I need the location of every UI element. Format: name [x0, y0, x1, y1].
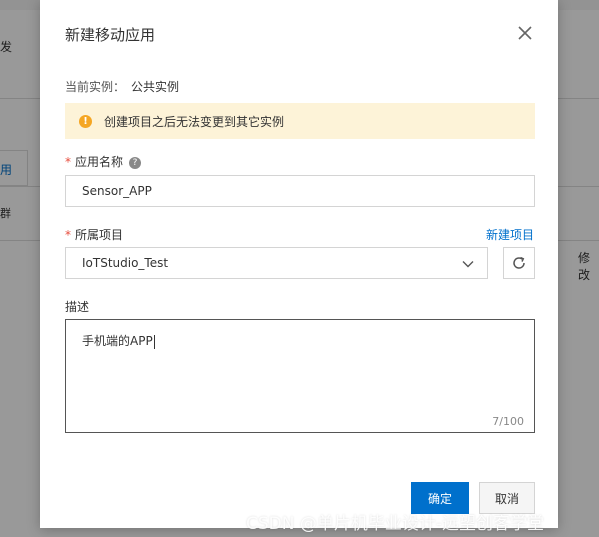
required-marker: * — [65, 155, 71, 169]
char-counter: 7/100 — [492, 415, 524, 428]
current-instance: 当前实例： 公共实例 — [65, 78, 179, 95]
instance-label: 当前实例： — [65, 80, 126, 94]
refresh-button[interactable] — [503, 247, 535, 279]
new-mobile-app-dialog: 新建移动应用 当前实例： 公共实例 ! 创建项目之后无法变更到其它实例 * 应用名称… — [40, 0, 558, 528]
instance-value: 公共实例 — [131, 80, 180, 94]
description-value: 手机端的APP — [82, 334, 153, 348]
text-caret — [153, 334, 155, 349]
project-select-value: IoTStudio_Test — [82, 256, 169, 270]
warning-icon: ! — [79, 114, 92, 128]
watermark: CSDN @单片机毕业设计-远望创客学堂 — [246, 514, 545, 534]
app-name-label-text: 应用名称 — [75, 155, 124, 169]
refresh-icon — [513, 256, 525, 269]
description-textarea[interactable]: 手机端的APP 7/100 — [65, 319, 535, 433]
warning-banner: ! 创建项目之后无法变更到其它实例 — [65, 103, 535, 139]
app-name-input[interactable]: Sensor_APP — [65, 175, 535, 207]
app-name-label: * 应用名称? — [65, 153, 142, 170]
project-label-text: 所属项目 — [75, 228, 124, 242]
new-project-link[interactable]: 新建项目 — [486, 226, 534, 243]
help-icon[interactable]: ? — [129, 156, 142, 169]
chevron-down-icon — [462, 261, 474, 268]
close-icon — [518, 26, 532, 40]
warning-text: 创建项目之后无法变更到其它实例 — [104, 114, 285, 129]
app-name-value: Sensor_APP — [82, 184, 152, 198]
project-select[interactable]: IoTStudio_Test — [65, 247, 488, 279]
required-marker: * — [65, 228, 71, 242]
dialog-title: 新建移动应用 — [65, 26, 156, 44]
description-label: 描述 — [65, 300, 90, 314]
project-label: * 所属项目 — [65, 226, 123, 243]
close-button[interactable] — [516, 24, 534, 42]
